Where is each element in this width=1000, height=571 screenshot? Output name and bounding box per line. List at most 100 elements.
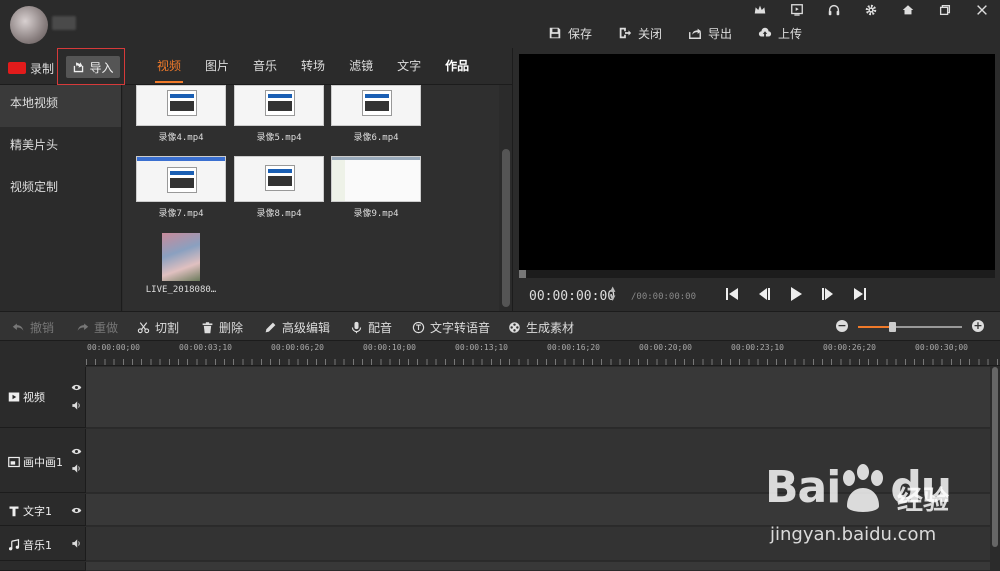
user-name-blurred [52,16,76,30]
media-item[interactable]: 录像8.mp4 [234,156,324,219]
generate-material-button[interactable]: 生成素材 [508,319,574,336]
eye-icon[interactable] [71,505,82,516]
zoom-slider-fill [858,326,893,328]
video-thumbnail [331,156,421,202]
avatar[interactable] [10,6,48,44]
import-button[interactable]: 导入 [66,56,120,78]
skip-to-start-icon[interactable] [723,285,741,303]
redo-icon [77,323,89,331]
media-item-name: 录像4.mp4 [158,133,204,143]
media-item-name: 录像9.mp4 [353,209,399,219]
sidebar-item-intros[interactable]: 精美片头 [0,127,121,169]
media-item[interactable]: LIVE_2018080… [136,233,226,295]
advanced-edit-label: 高级编辑 [282,321,331,335]
tab-text[interactable]: 文字 [385,48,433,85]
dub-label: 配音 [368,321,393,335]
eye-icon[interactable] [71,382,82,393]
dub-button[interactable]: 配音 [350,319,392,336]
media-scrollbar[interactable] [500,85,512,311]
eye-icon[interactable] [71,446,82,457]
skip-to-end-icon[interactable] [851,285,869,303]
track-header-pip: 画中画1 [0,429,86,493]
ruler-tick-label: 00:00:26;20 [823,343,876,352]
save-button[interactable]: 保存 [548,24,592,42]
export-button[interactable]: 导出 [688,24,732,42]
undo-button[interactable]: 撤销 [12,319,54,336]
track-lane-more[interactable] [86,562,990,571]
text-to-speech-label: 文字转语音 [430,321,491,335]
play-screen-icon[interactable] [778,0,815,20]
scissors-icon [137,322,150,334]
microphone-icon [351,321,362,334]
media-item[interactable]: 录像7.mp4 [136,156,226,219]
time-ruler[interactable]: 00:00:00;00 00:00:03;10 00:00:06;20 00:00:1… [86,341,1000,366]
save-label: 保存 [568,26,593,41]
close-project-button[interactable]: 关闭 [618,24,662,42]
tab-images[interactable]: 图片 [193,48,241,85]
tab-video[interactable]: 视频 [145,48,193,85]
tab-transitions[interactable]: 转场 [289,48,337,85]
progress-handle[interactable] [519,270,526,278]
advanced-edit-button[interactable]: 高级编辑 [264,319,330,336]
media-item[interactable]: 录像5.mp4 [234,85,324,143]
headset-icon[interactable] [815,0,852,20]
ruler-tick-label: 00:00:10;00 [363,343,416,352]
play-icon[interactable] [787,285,805,303]
sidebar-item-local-video[interactable]: 本地视频 [0,85,121,127]
video-thumbnail [234,85,324,126]
close-project-label: 关闭 [638,26,663,41]
vip-crown-icon[interactable] [741,0,778,20]
upload-label: 上传 [778,26,803,41]
tab-works[interactable]: 作品 [433,48,481,85]
delete-button[interactable]: 删除 [201,319,243,336]
home-icon[interactable] [889,0,926,20]
cut-button[interactable]: 切割 [137,319,179,336]
media-tabs: 视频 图片 音乐 转场 滤镜 文字 作品 [145,48,481,85]
zoom-in-icon[interactable]: + [972,320,984,332]
track-title: 视频 [8,389,45,405]
tab-filters[interactable]: 滤镜 [337,48,385,85]
paw-icon [843,464,883,512]
previous-frame-icon[interactable] [755,285,773,303]
zoom-out-icon[interactable]: − [836,320,848,332]
volume-icon[interactable] [71,400,82,411]
media-header: 录制 导入 视频 图片 音乐 转场 滤镜 文字 作品 [0,48,512,85]
media-item[interactable]: 录像4.mp4 [136,85,226,143]
tab-music[interactable]: 音乐 [241,48,289,85]
ruler-tick-label: 00:00:23;10 [731,343,784,352]
timeline-zoom: − + [836,320,986,334]
track-header-video: 视频 [0,367,86,428]
track-lane-video[interactable] [86,367,990,428]
preview-progress-bar[interactable] [519,270,995,278]
sidebar-item-custom-video[interactable]: 视频定制 [0,169,121,211]
text-to-speech-button[interactable]: 文字转语音 [412,319,490,336]
video-thumbnail [331,85,421,126]
next-frame-icon[interactable] [819,285,837,303]
record-button[interactable]: 录制 [8,58,54,78]
exit-icon [619,27,632,39]
media-item[interactable]: 录像9.mp4 [331,156,421,219]
track-label: 画中画1 [23,456,63,469]
upload-button[interactable]: 上传 [758,24,802,42]
restore-icon[interactable] [926,0,963,20]
watermark-logo-bai: Bai [765,462,841,513]
volume-icon[interactable] [71,538,82,549]
ruler-tick-label: 00:00:16;20 [547,343,600,352]
volume-icon[interactable] [71,463,82,474]
close-icon[interactable] [963,0,1000,20]
track-label: 文字1 [23,505,52,518]
music-note-icon [8,539,20,551]
track-title: 文字1 [8,503,52,519]
gear-icon[interactable] [852,0,889,20]
redo-button[interactable]: 重做 [76,319,118,336]
edit-toolbar: 撤销 重做 切割 删除 高级编辑 配音 文字转语音 生成素材 − + [0,311,1000,341]
zoom-slider-handle[interactable] [889,322,897,332]
text-icon [9,506,19,517]
timecode-stepper[interactable]: ▲ ▼ [610,285,620,303]
ruler-tick-label: 00:00:06;20 [271,343,324,352]
media-item[interactable]: 录像6.mp4 [331,85,421,143]
pip-icon [8,456,20,468]
media-item-name: 录像8.mp4 [256,209,302,219]
export-icon [689,28,702,39]
ruler-tick-label: 00:00:20;00 [639,343,692,352]
